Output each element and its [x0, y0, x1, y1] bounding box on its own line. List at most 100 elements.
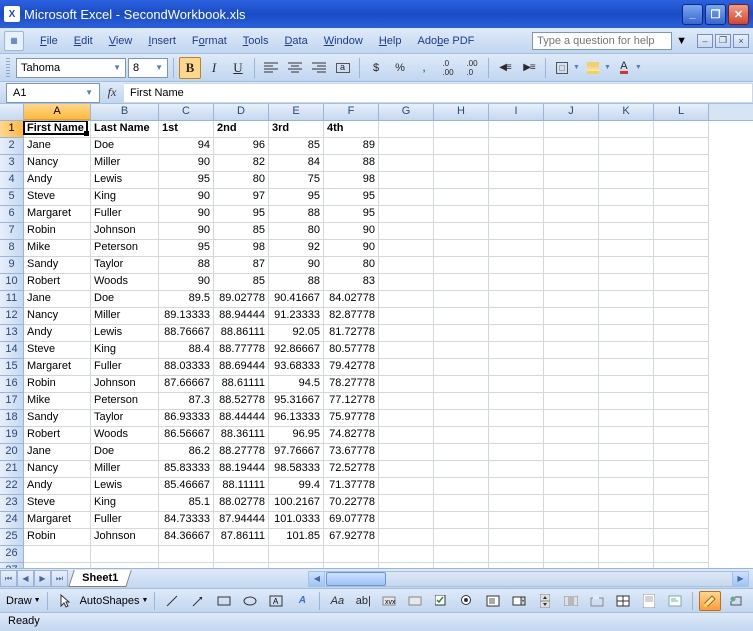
cell[interactable]: 95	[324, 189, 379, 206]
cell[interactable]	[599, 223, 654, 240]
cell[interactable]: 90.41667	[269, 291, 324, 308]
cell[interactable]: Jane	[24, 291, 91, 308]
merge-center-button[interactable]	[332, 57, 354, 79]
cell[interactable]	[544, 427, 599, 444]
cell[interactable]: 88.44444	[214, 410, 269, 427]
cell[interactable]	[434, 257, 489, 274]
cell[interactable]	[654, 512, 709, 529]
help-search-input[interactable]	[532, 32, 672, 50]
cell[interactable]	[379, 155, 434, 172]
cell[interactable]: 83	[324, 274, 379, 291]
view-code-button[interactable]	[664, 591, 686, 611]
draw-menu[interactable]: Draw ▼	[6, 595, 41, 607]
cell[interactable]	[599, 376, 654, 393]
cell[interactable]	[544, 461, 599, 478]
combobox-button[interactable]	[508, 591, 530, 611]
cell[interactable]: 87.3	[159, 393, 214, 410]
cell[interactable]	[434, 393, 489, 410]
cell[interactable]	[654, 223, 709, 240]
cell[interactable]	[434, 427, 489, 444]
cell[interactable]: 80.57778	[324, 342, 379, 359]
autoshapes-menu[interactable]: AutoShapes ▼	[80, 595, 149, 607]
cell[interactable]	[599, 308, 654, 325]
cell[interactable]	[544, 240, 599, 257]
row-header[interactable]: 25	[0, 529, 24, 546]
cell[interactable]: Margaret	[24, 512, 91, 529]
cell[interactable]	[599, 155, 654, 172]
cell[interactable]	[379, 478, 434, 495]
mdi-minimize-button[interactable]: –	[697, 34, 713, 48]
cell[interactable]: 101.0333	[269, 512, 324, 529]
cell[interactable]: 4th	[324, 121, 379, 138]
text-label-button[interactable]: ab|	[352, 591, 374, 611]
cell[interactable]	[379, 189, 434, 206]
cell[interactable]	[544, 274, 599, 291]
cell[interactable]	[489, 291, 544, 308]
column-header[interactable]: J	[544, 104, 599, 120]
cell[interactable]: 85	[214, 223, 269, 240]
row-header[interactable]: 7	[0, 223, 24, 240]
cell[interactable]	[544, 223, 599, 240]
row-header[interactable]: 10	[0, 274, 24, 291]
cell[interactable]	[489, 393, 544, 410]
menu-view[interactable]: View	[101, 32, 141, 50]
cell[interactable]	[599, 461, 654, 478]
cell[interactable]	[379, 274, 434, 291]
design-mode-button[interactable]	[699, 591, 721, 611]
cell[interactable]: 88	[324, 155, 379, 172]
row-header[interactable]: 5	[0, 189, 24, 206]
cell[interactable]	[544, 291, 599, 308]
cell[interactable]: 88.02778	[214, 495, 269, 512]
cell[interactable]	[434, 444, 489, 461]
cell[interactable]: 80	[324, 257, 379, 274]
menu-window[interactable]: Window	[316, 32, 371, 50]
cell[interactable]: Robert	[24, 427, 91, 444]
horizontal-scrollbar[interactable]: ◀ ▶	[308, 571, 749, 587]
cell[interactable]	[434, 478, 489, 495]
comma-button[interactable]: ,	[413, 57, 435, 79]
row-header[interactable]: 12	[0, 308, 24, 325]
font-color-button[interactable]: A	[613, 57, 635, 79]
cell[interactable]: 3rd	[269, 121, 324, 138]
cell[interactable]	[434, 529, 489, 546]
cell[interactable]	[434, 172, 489, 189]
insert-wordart-button[interactable]: A	[291, 591, 313, 611]
cell[interactable]: 87.66667	[159, 376, 214, 393]
cell[interactable]: 85	[214, 274, 269, 291]
menu-file[interactable]: File	[32, 32, 66, 50]
cell[interactable]: 90	[159, 274, 214, 291]
align-left-button[interactable]	[260, 57, 282, 79]
sheet-tab[interactable]: Sheet1	[68, 570, 132, 587]
cell[interactable]: 96.13333	[269, 410, 324, 427]
cell[interactable]	[489, 410, 544, 427]
toolbar-grip[interactable]	[6, 58, 10, 78]
cell[interactable]: Taylor	[91, 257, 159, 274]
cell[interactable]: 95.31667	[269, 393, 324, 410]
cell[interactable]	[379, 444, 434, 461]
cell[interactable]	[654, 121, 709, 138]
row-header[interactable]: 21	[0, 461, 24, 478]
cell[interactable]: 96	[214, 138, 269, 155]
cell[interactable]	[654, 189, 709, 206]
cell[interactable]	[434, 138, 489, 155]
cell[interactable]: 75.97778	[324, 410, 379, 427]
cell[interactable]: 97.76667	[269, 444, 324, 461]
cell[interactable]: 85.1	[159, 495, 214, 512]
fx-button[interactable]: fx	[100, 85, 124, 100]
cell[interactable]	[544, 410, 599, 427]
cell[interactable]	[544, 393, 599, 410]
cell[interactable]: 88.03333	[159, 359, 214, 376]
cell[interactable]: 100.2167	[269, 495, 324, 512]
row-header[interactable]: 26	[0, 546, 24, 563]
cell[interactable]	[599, 189, 654, 206]
column-header[interactable]: H	[434, 104, 489, 120]
cell[interactable]	[599, 206, 654, 223]
cell[interactable]: 84.36667	[159, 529, 214, 546]
cell[interactable]	[379, 172, 434, 189]
menu-data[interactable]: Data	[276, 32, 315, 50]
cell[interactable]	[324, 546, 379, 563]
cell[interactable]	[599, 240, 654, 257]
cell[interactable]: 84.02778	[324, 291, 379, 308]
cell[interactable]	[654, 138, 709, 155]
formula-input[interactable]: First Name	[124, 83, 753, 103]
